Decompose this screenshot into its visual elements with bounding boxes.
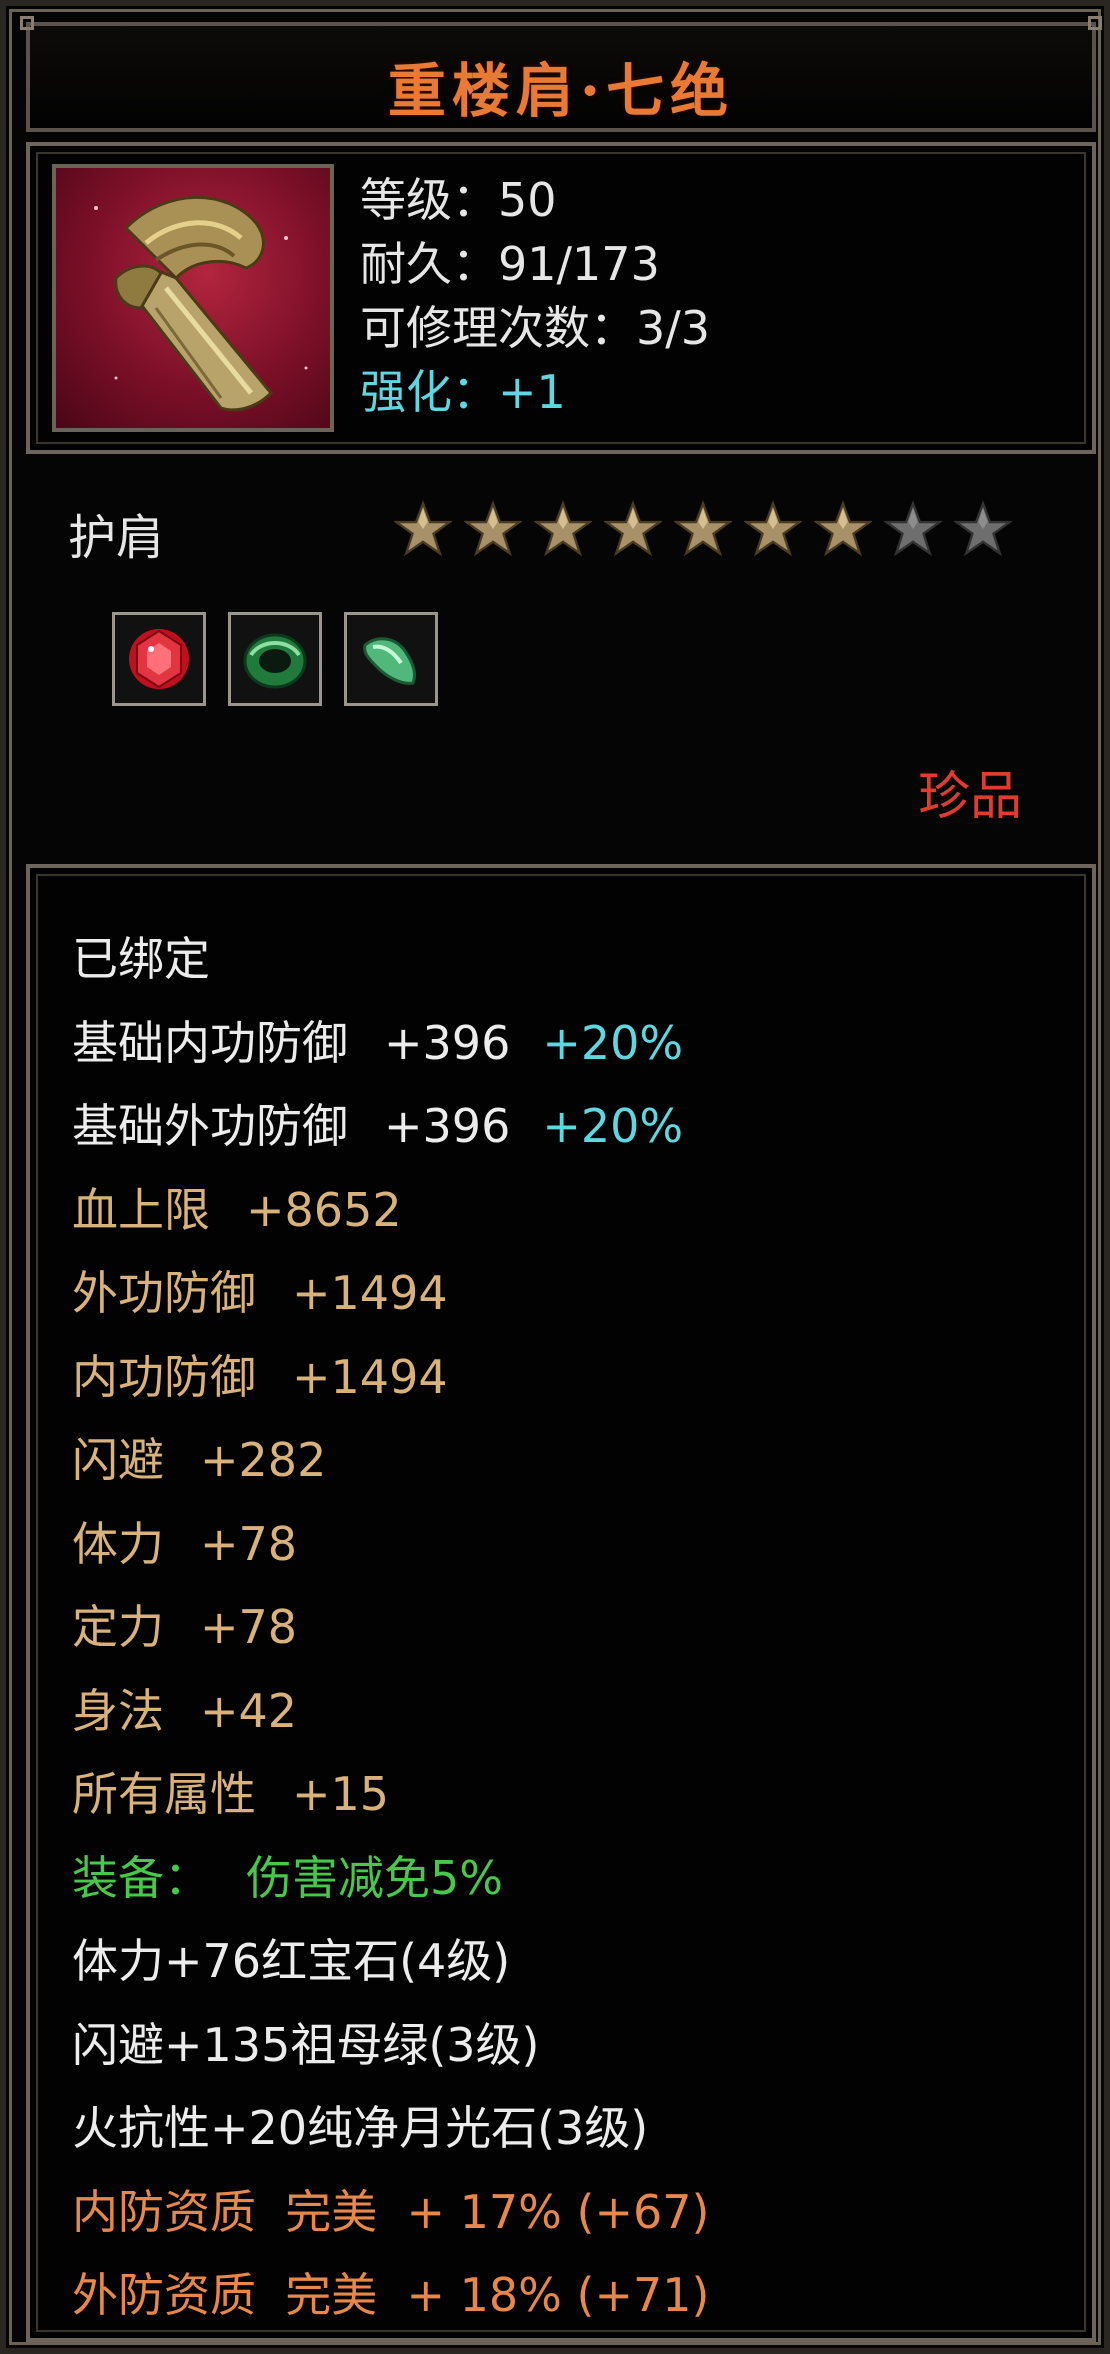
equip-effect: 装备： 伤害减免5% [72,1837,710,1921]
attr-label: 体力 [72,1516,164,1571]
attr-bonus: +20% [542,1099,684,1153]
attribute-panel: 已绑定 基础内功防御 +396 +20% 基础外功防御 +396 +20% 血上限 +86… [26,864,1096,2342]
equip-effect-value: 伤害减免5% [246,1850,503,1905]
attr-agility: 身法 +42 [72,1670,710,1754]
gem-bonus-line: 火抗性+20纯净月光石(3级) [72,2101,649,2155]
attr-label: 身法 [72,1683,164,1738]
attr-all: 所有属性 +15 [72,1753,710,1837]
attr-value: +42 [200,1683,298,1738]
attr-value: +15 [292,1767,390,1821]
attr-value: +8652 [246,1182,402,1237]
attr-base-inner-def: 基础内功防御 +396 +20% [72,1002,710,1086]
star-filled-icon [534,500,592,557]
attr-value: +282 [200,1433,327,1487]
attr-stamina: 体力 +78 [72,1503,710,1587]
attr-label: 基础内功防御 [72,1015,348,1070]
bound-status: 已绑定 [72,932,210,986]
item-info: 等级：50 耐久：91/173 可修理次数：3/3 强化：+1 [360,168,710,424]
attr-value: +1494 [292,1349,448,1404]
star-filled-icon [814,500,872,557]
item-name: 重楼肩·七绝 [387,57,735,125]
item-tooltip: 重楼肩·七绝 等级：50 耐久：91/173 可修理次数：3/3 强化：+1 护… [0,0,1110,2354]
attr-value: +396 [384,1099,511,1153]
item-durability: 耐久：91/173 [360,237,660,291]
item-repair-count: 可修理次数：3/3 [360,301,711,355]
attr-outer-def: 外功防御 +1494 [72,1252,710,1336]
attr-label: 闪避 [72,1433,164,1487]
green-gem-icon[interactable] [228,612,322,706]
attr-value: +78 [200,1600,298,1654]
attr-value: +396 [384,1015,511,1070]
star-rating [394,500,1012,558]
star-filled-icon [394,500,452,557]
attr-label: 血上限 [72,1182,210,1237]
attr-base-outer-def: 基础外功防御 +396 +20% [72,1085,710,1169]
title-bar: 重楼肩·七绝 [20,16,1102,132]
corner-ornament [20,16,34,30]
attribute-list: 已绑定 基础内功防御 +396 +20% 基础外功防御 +396 +20% 血上限 +86… [72,918,710,2338]
attr-bonus: +20% [542,1015,684,1070]
rarity-label: 珍品 [917,767,1022,827]
attr-value: +78 [200,1516,298,1571]
moonstone-gem-icon[interactable] [344,612,438,706]
attr-value: +1494 [292,1266,448,1320]
attr-label: 基础外功防御 [72,1099,348,1153]
star-empty-icon [884,500,942,557]
item-type: 护肩 [68,510,165,566]
item-level: 等级：50 [360,173,557,227]
item-enhance: 强化：+1 [360,365,566,419]
gem-bonus-line: 闪避+135祖母绿(3级) [72,2017,540,2072]
attr-label: 定力 [72,1600,164,1654]
red-gem-icon[interactable] [112,612,206,706]
gem-sockets [112,612,438,706]
gem-bonus-line: 体力+76红宝石(4级) [72,1934,511,1988]
equip-effect-label: 装备： [72,1850,210,1905]
star-filled-icon [744,500,802,557]
star-filled-icon [674,500,732,557]
attr-dodge: 闪避 +282 [72,1419,710,1503]
attr-focus: 定力 +78 [72,1586,710,1670]
attr-label: 外功防御 [72,1266,256,1320]
quality-line: 外防资质 完美 + 18% (+71) [72,2268,710,2322]
quality-line: 内防资质 完美 + 17% (+67) [72,2184,710,2239]
attr-inner-def: 内功防御 +1494 [72,1336,710,1420]
attr-label: 内功防御 [72,1349,256,1404]
corner-ornament [1088,16,1102,30]
attr-label: 所有属性 [72,1767,256,1821]
star-empty-icon [954,500,1012,557]
shoulder-armor-icon [52,164,334,432]
star-filled-icon [464,500,522,557]
star-filled-icon [604,500,662,557]
attr-hp: 血上限 +8652 [72,1169,710,1253]
item-header: 等级：50 耐久：91/173 可修理次数：3/3 强化：+1 [26,142,1096,454]
